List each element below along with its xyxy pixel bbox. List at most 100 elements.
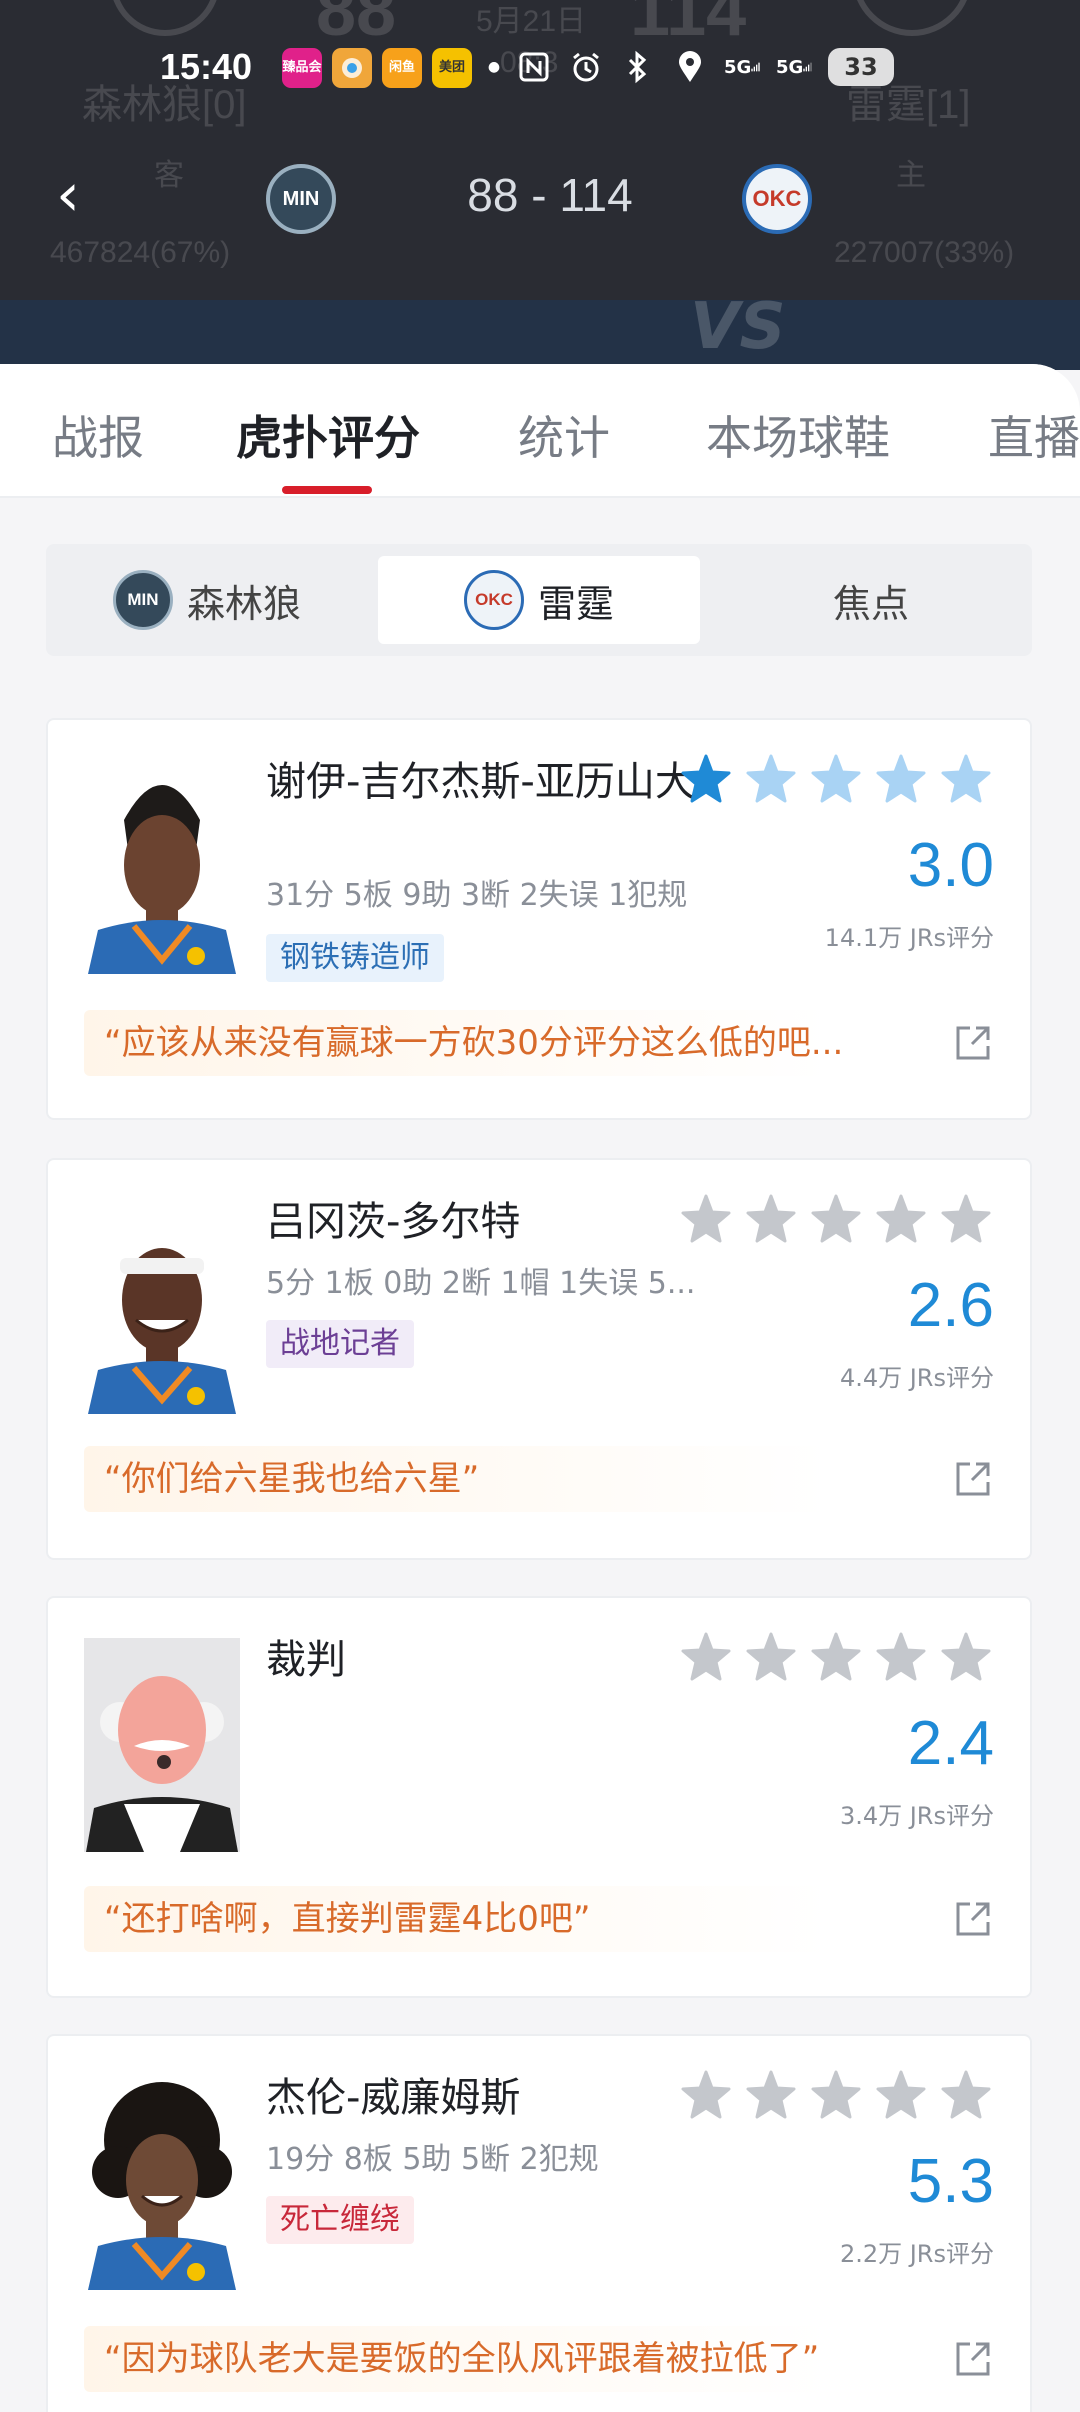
team-segment-control: MIN 森林狼 OKC 雷霆 焦点 bbox=[46, 544, 1032, 656]
share-icon[interactable] bbox=[952, 2338, 994, 2380]
player-card[interactable]: 谢伊-吉尔杰斯-亚历山大 31分 5板 9助 3断 2失误 1犯规 钢铁铸造师 … bbox=[46, 718, 1032, 1120]
tab-stats[interactable]: 统计 bbox=[518, 402, 610, 468]
rating-votes: 3.4万 JRs评分 bbox=[839, 1802, 994, 1830]
nfc-icon bbox=[516, 49, 552, 85]
player-stats: 31分 5板 9助 3断 2失误 1犯规 bbox=[266, 878, 688, 913]
away-team-logo[interactable]: MIN bbox=[266, 164, 336, 234]
app-icon-4: 美团 bbox=[432, 48, 472, 88]
player-card[interactable]: 吕冈茨-多尔特 5分 1板 0助 2断 1帽 1失误 5... 战地记者 2.6… bbox=[46, 1158, 1032, 1560]
timberwolves-logo: MIN bbox=[112, 570, 173, 630]
app-icon-1: 臻品会 bbox=[282, 48, 322, 88]
player-stats: 19分 8板 5助 5断 2犯规 bbox=[266, 2142, 599, 2177]
star-icon[interactable] bbox=[680, 754, 732, 804]
top-comment[interactable]: “应该从来没有赢球一方砍30分评分这么低的吧... bbox=[84, 1010, 960, 1076]
tab-live[interactable]: 直播 bbox=[988, 402, 1080, 468]
status-time: 15:40 bbox=[160, 46, 253, 87]
player-avatar bbox=[84, 760, 240, 974]
star-icon[interactable] bbox=[940, 1194, 992, 1244]
star-icon[interactable] bbox=[940, 1632, 992, 1682]
segment-label: 焦点 bbox=[832, 581, 909, 626]
status-bar: 15:40 臻品会 闲鱼 美团 ● 5G 5G 33 bbox=[0, 40, 1080, 100]
player-tag: 战地记者 bbox=[266, 1320, 414, 1368]
rating-votes: 4.4万 JRs评分 bbox=[839, 1364, 994, 1392]
top-comment[interactable]: “还打啥啊，直接判雷霆4比0吧” bbox=[84, 1886, 960, 1952]
star-icon[interactable] bbox=[745, 2070, 797, 2120]
rating-score: 2.4 bbox=[907, 1709, 994, 1778]
match-header: 88 5月21日 08:3 114 森林狼[0] 雷霆[1] 客 主 46782… bbox=[0, 0, 1080, 370]
player-name: 吕冈茨-多尔特 bbox=[266, 1199, 521, 1245]
star-icon[interactable] bbox=[810, 754, 862, 804]
star-icon[interactable] bbox=[680, 1632, 732, 1682]
tab-report[interactable]: 战报 bbox=[52, 402, 144, 468]
player-name: 谢伊-吉尔杰斯-亚历山大 bbox=[266, 759, 695, 805]
ghost-away-logo bbox=[110, 0, 220, 36]
alarm-icon bbox=[568, 49, 604, 85]
battery-icon: 33 bbox=[828, 48, 894, 86]
player-card[interactable]: 裁判 2.4 3.4万 JRs评分 “还打啥啊，直接判雷霆4比0吧” bbox=[46, 1596, 1032, 1998]
signal-icon-1: 5G bbox=[724, 49, 760, 85]
share-icon[interactable] bbox=[952, 1458, 994, 1500]
signal-label-2: 5G bbox=[776, 56, 804, 78]
rating-votes: 14.1万 JRs评分 bbox=[824, 924, 994, 952]
location-icon bbox=[672, 49, 708, 85]
player-tag: 死亡缠绕 bbox=[266, 2196, 414, 2244]
player-name: 杰伦-威廉姆斯 bbox=[266, 2075, 521, 2121]
segment-thunder[interactable]: OKC 雷霆 bbox=[378, 556, 700, 644]
rating-score: 5.3 bbox=[907, 2147, 994, 2216]
app-icon-3: 闲鱼 bbox=[382, 48, 422, 88]
segment-timberwolves[interactable]: MIN 森林狼 bbox=[46, 556, 368, 644]
segment-label: 雷霆 bbox=[537, 581, 614, 626]
star-icon[interactable] bbox=[745, 1632, 797, 1682]
star-rating[interactable] bbox=[680, 2070, 992, 2120]
player-stats: 5分 1板 0助 2断 1帽 1失误 5... bbox=[266, 1266, 696, 1301]
player-card[interactable]: 杰伦-威廉姆斯 19分 8板 5助 5断 2犯规 死亡缠绕 5.3 2.2万 J… bbox=[46, 2034, 1032, 2412]
tab-bar: 战报 虎扑评分 统计 本场球鞋 直播 bbox=[0, 364, 1080, 498]
header-band bbox=[0, 300, 1080, 370]
segment-focus[interactable]: 焦点 bbox=[710, 556, 1032, 644]
top-comment[interactable]: “你们给六星我也给六星” bbox=[84, 1446, 960, 1512]
signal-icon-2: 5G bbox=[776, 49, 812, 85]
match-score: 88 - 114 bbox=[467, 169, 633, 221]
star-icon[interactable] bbox=[875, 1632, 927, 1682]
notification-app-icons: 臻品会 闲鱼 美团 bbox=[282, 48, 472, 88]
player-avatar bbox=[84, 2076, 240, 2290]
top-comment[interactable]: “因为球队老大是要饭的全队风评跟着被拉低了” bbox=[84, 2326, 960, 2392]
star-icon[interactable] bbox=[680, 1194, 732, 1244]
player-avatar bbox=[84, 1200, 240, 1414]
star-icon[interactable] bbox=[810, 1194, 862, 1244]
share-icon[interactable] bbox=[952, 1898, 994, 1940]
ghost-date: 5月21日 bbox=[476, 5, 587, 38]
star-icon[interactable] bbox=[810, 2070, 862, 2120]
star-rating[interactable] bbox=[680, 1632, 992, 1682]
share-icon[interactable] bbox=[952, 1022, 994, 1064]
star-icon[interactable] bbox=[680, 2070, 732, 2120]
tab-sneakers[interactable]: 本场球鞋 bbox=[706, 402, 890, 468]
star-icon[interactable] bbox=[875, 754, 927, 804]
ghost-home-logo bbox=[852, 0, 972, 36]
match-nav: ‹ MIN 88 - 114 OKC bbox=[0, 150, 1080, 250]
star-icon[interactable] bbox=[810, 1632, 862, 1682]
player-tag: 钢铁铸造师 bbox=[266, 934, 444, 982]
app-icon-2 bbox=[332, 48, 372, 88]
rating-votes: 2.2万 JRs评分 bbox=[839, 2240, 994, 2268]
star-icon[interactable] bbox=[875, 2070, 927, 2120]
rating-score: 3.0 bbox=[907, 831, 994, 900]
player-name: 裁判 bbox=[266, 1637, 346, 1683]
dot-icon: ● bbox=[487, 59, 501, 75]
tab-hupu-rating[interactable]: 虎扑评分 bbox=[236, 402, 420, 468]
thunder-logo: OKC bbox=[463, 570, 524, 630]
star-icon[interactable] bbox=[940, 2070, 992, 2120]
rating-score: 2.6 bbox=[907, 1271, 994, 1340]
star-icon[interactable] bbox=[940, 754, 992, 804]
active-tab-indicator bbox=[282, 486, 372, 494]
star-icon[interactable] bbox=[875, 1194, 927, 1244]
back-icon[interactable]: ‹ bbox=[56, 165, 96, 225]
star-icon[interactable] bbox=[745, 754, 797, 804]
star-rating[interactable] bbox=[680, 1194, 992, 1244]
home-team-logo[interactable]: OKC bbox=[742, 164, 812, 234]
referee-avatar bbox=[84, 1638, 240, 1852]
bluetooth-icon bbox=[620, 49, 656, 85]
ghost-vs: VS bbox=[690, 290, 786, 364]
star-icon[interactable] bbox=[745, 1194, 797, 1244]
star-rating[interactable] bbox=[680, 754, 992, 804]
